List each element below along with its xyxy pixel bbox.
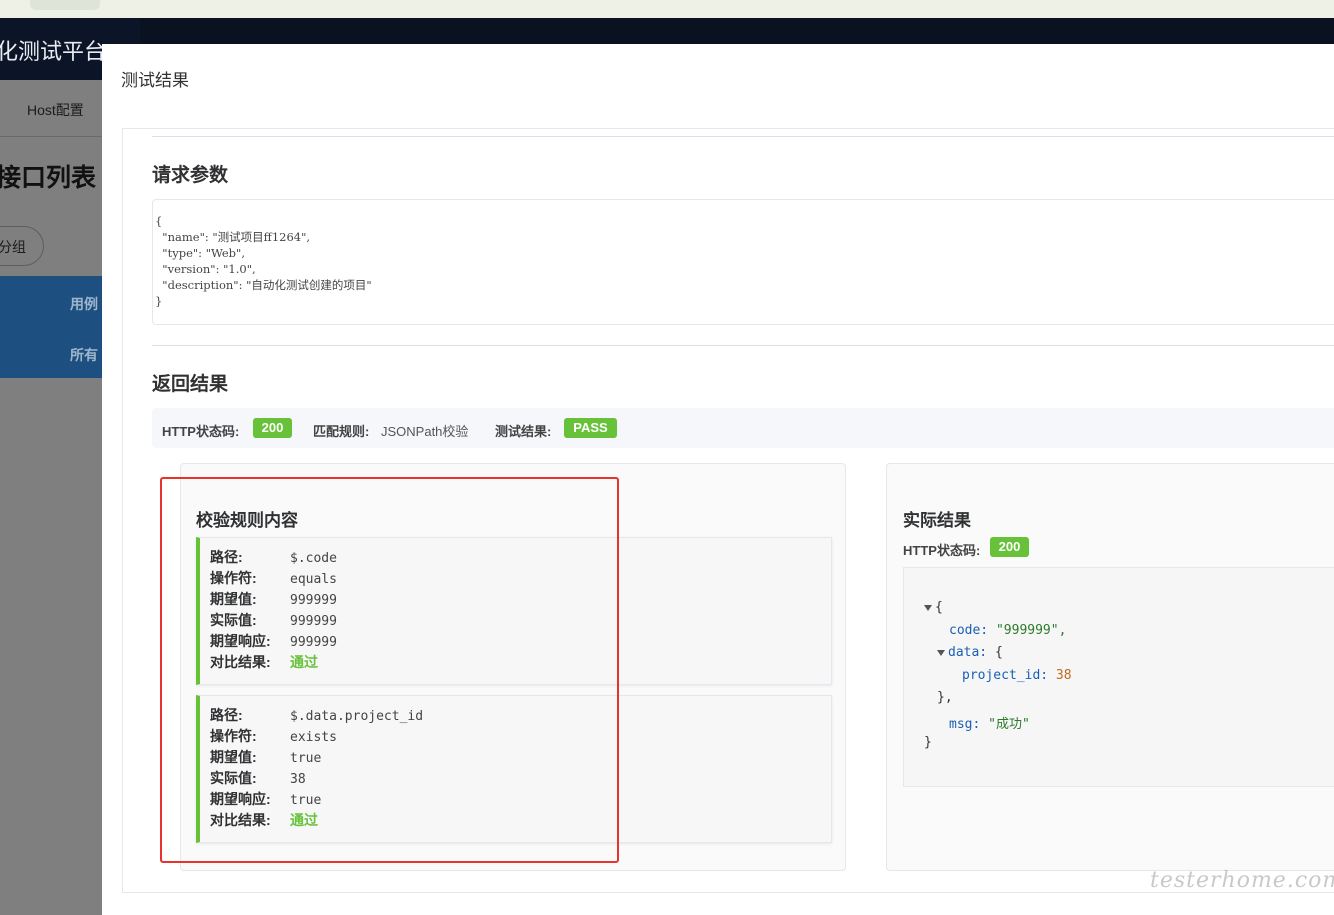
collapse-toggle-icon[interactable]	[937, 649, 945, 656]
background-page	[0, 80, 102, 915]
status-code-badge: 200	[253, 418, 292, 438]
response-heading: 返回结果	[152, 374, 229, 395]
test-result-badge: PASS	[564, 418, 617, 438]
watermark: testerhome.com	[1150, 868, 1334, 893]
platform-title: 化测试平台	[0, 39, 107, 64]
divider	[152, 345, 1334, 346]
actual-json-viewer: { code: "999999", data: { project_id: 38…	[903, 567, 1334, 787]
highlight-annotation-box	[160, 477, 619, 863]
json-code-line: code: "999999",	[949, 623, 1067, 638]
json-project-id-line: project_id: 38	[962, 668, 1072, 683]
json-root-line: {	[924, 600, 943, 615]
sidebar-item-all[interactable]: 所有	[70, 345, 98, 365]
request-params-json: { "name": "测试项目ff1264", "type": "Web", "…	[155, 214, 372, 308]
request-params-heading: 请求参数	[152, 165, 229, 186]
status-code-label: HTTP状态码:	[162, 424, 240, 439]
dialog-title: 测试结果	[121, 71, 189, 90]
response-summary-bar: HTTP状态码: 200 匹配规则: JSONPath校验 测试结果: PASS	[152, 408, 1334, 448]
actual-status-code-badge: 200	[990, 537, 1029, 557]
test-result-label: 测试结果:	[495, 424, 552, 439]
divider	[152, 136, 1334, 137]
collapse-toggle-icon[interactable]	[924, 604, 932, 611]
sidebar-item-cases[interactable]: 用例	[70, 294, 98, 314]
json-data-line: data: {	[937, 645, 1003, 660]
actual-status-code-label: HTTP状态码:	[903, 543, 981, 558]
group-button-label: 分组	[0, 239, 26, 255]
match-rule-label: 匹配规则:	[313, 424, 370, 439]
tab-host-config[interactable]: Host配置	[27, 100, 84, 120]
actual-result-card: 实际结果 HTTP状态码: 200 { code: "999999", data…	[886, 463, 1334, 871]
json-msg-line: msg: "成功"	[949, 717, 1030, 732]
match-rule-value: JSONPath校验	[381, 424, 469, 439]
browser-address-bar	[0, 0, 1334, 19]
browser-tab[interactable]	[30, 0, 100, 10]
request-params-box: { "name": "测试项目ff1264", "type": "Web", "…	[152, 199, 1334, 325]
page-heading: 接口列表	[0, 164, 97, 192]
top-navigation-bar	[0, 18, 1334, 44]
tab-divider	[0, 136, 102, 137]
actual-result-title: 实际结果	[903, 511, 971, 530]
json-data-close-line: },	[937, 690, 953, 705]
json-close-line: }	[924, 735, 932, 750]
